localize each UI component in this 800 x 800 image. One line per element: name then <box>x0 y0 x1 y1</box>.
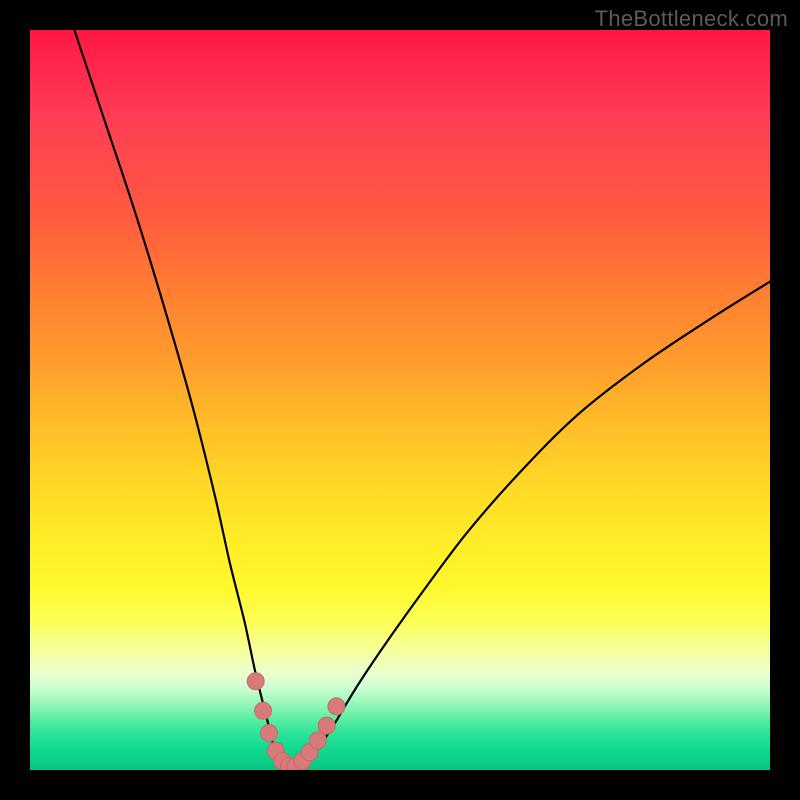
chart-svg <box>30 30 770 770</box>
watermark-text: TheBottleneck.com <box>595 6 788 32</box>
marker-point <box>309 732 326 749</box>
highlighted-points <box>247 673 345 770</box>
plot-area <box>30 30 770 770</box>
outer-frame: TheBottleneck.com <box>0 0 800 800</box>
marker-point <box>247 673 264 690</box>
marker-point <box>328 698 345 715</box>
marker-point <box>318 717 335 734</box>
marker-point <box>261 725 278 742</box>
marker-point <box>255 702 272 719</box>
bottleneck-curve <box>74 30 770 770</box>
